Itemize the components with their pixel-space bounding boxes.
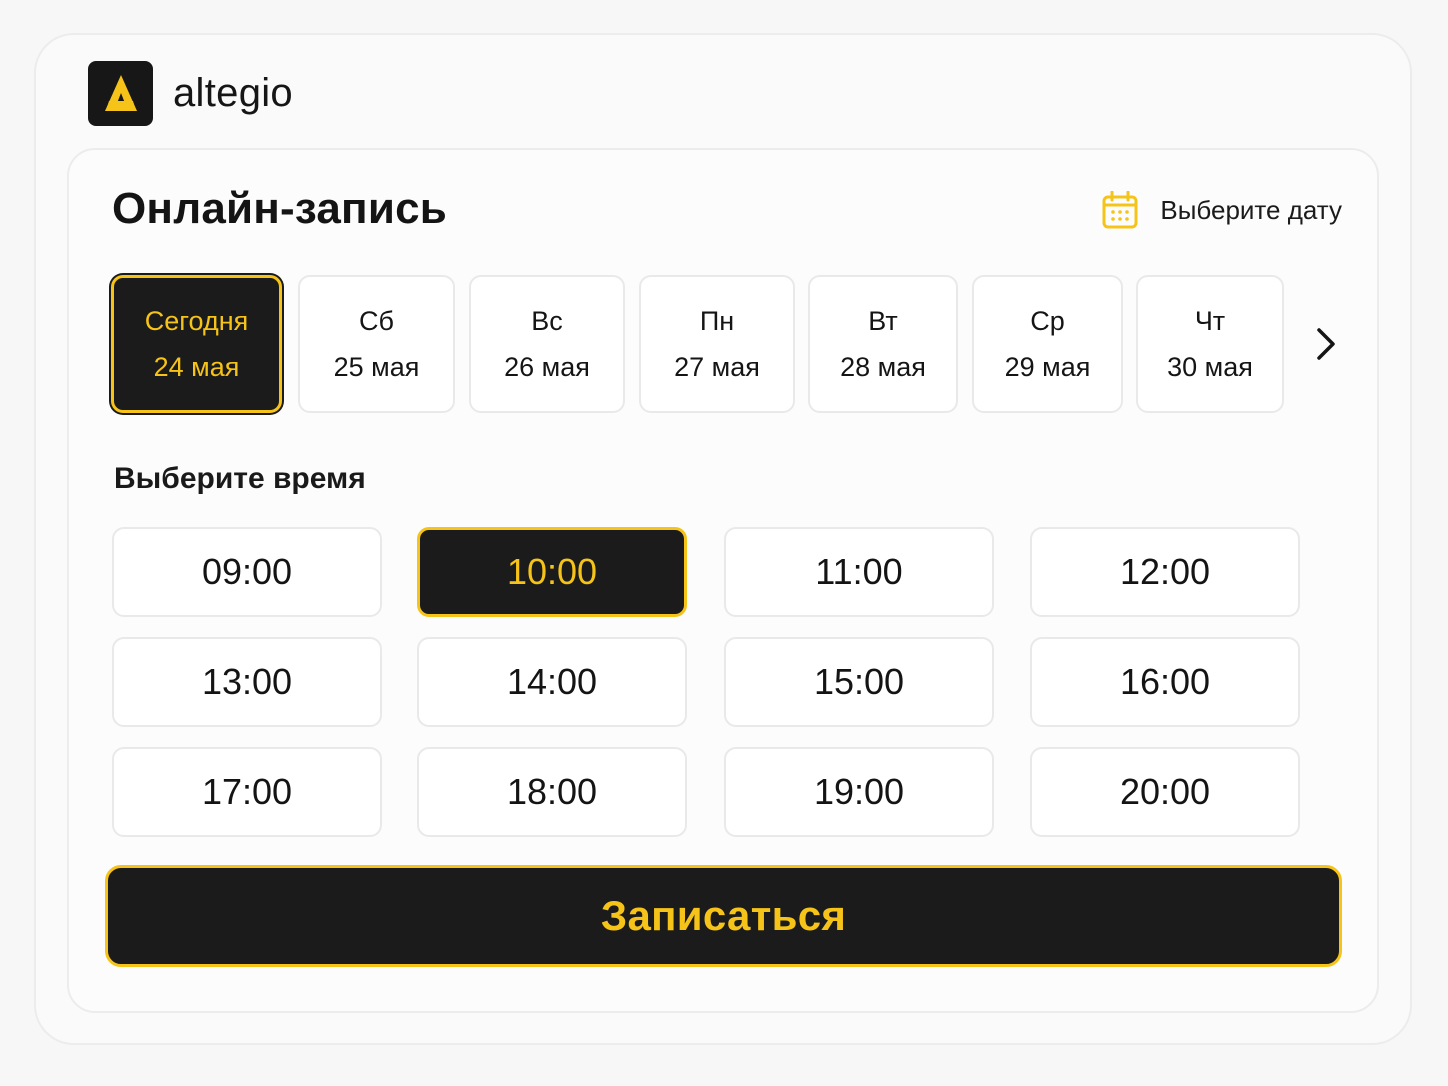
day-name: Чт [1194, 305, 1226, 336]
time-slot-1700[interactable]: 17:00 [112, 747, 382, 837]
day-date: 30 мая [1167, 351, 1253, 382]
day-name: Ср [1030, 305, 1065, 336]
day-tile-sat[interactable]: Сб 25 мая [298, 275, 455, 413]
day-date: 24 мая [153, 351, 240, 382]
brand-name: altegio [173, 70, 293, 115]
chevron-right-icon [1317, 328, 1335, 360]
book-button[interactable]: Записаться [105, 865, 1342, 967]
time-slot-1000[interactable]: 10:00 [417, 527, 687, 617]
day-date: 25 мая [333, 351, 420, 382]
day-name: Сб [359, 305, 394, 336]
time-slot-1600[interactable]: 16:00 [1030, 637, 1300, 727]
day-tile-mon[interactable]: Пн 27 мая [639, 275, 795, 413]
time-slot-1300[interactable]: 13:00 [112, 637, 382, 727]
choose-date-button[interactable]: Выберите дату [1102, 190, 1342, 230]
time-slot-0900[interactable]: 09:00 [112, 527, 382, 617]
time-slot-1500[interactable]: 15:00 [724, 637, 994, 727]
brand-header: altegio [88, 60, 293, 126]
next-days-button[interactable] [1306, 322, 1346, 366]
day-date: 28 мая [840, 351, 926, 382]
day-date: 26 мая [504, 351, 590, 382]
day-tile-thu[interactable]: Чт 30 мая [1136, 275, 1284, 413]
day-name: Сегодня [144, 305, 249, 336]
choose-date-label: Выберите дату [1160, 194, 1342, 225]
day-tile-tue[interactable]: Вт 28 мая [808, 275, 958, 413]
day-tile-wed[interactable]: Ср 29 мая [972, 275, 1123, 413]
time-slot-1400[interactable]: 14:00 [417, 637, 687, 727]
time-slot-1100[interactable]: 11:00 [724, 527, 994, 617]
time-slot-1900[interactable]: 19:00 [724, 747, 994, 837]
day-name: Вс [531, 305, 563, 336]
day-date: 29 мая [1004, 351, 1091, 382]
day-tile-today[interactable]: Сегодня 24 мая [111, 275, 282, 413]
day-name: Вт [868, 305, 898, 336]
day-name: Пн [699, 305, 735, 336]
time-section-heading: Выберите время [114, 462, 366, 495]
day-date: 27 мая [674, 351, 760, 382]
time-slot-1800[interactable]: 18:00 [417, 747, 687, 837]
time-slot-1200[interactable]: 12:00 [1030, 527, 1300, 617]
day-tile-sun[interactable]: Вс 26 мая [469, 275, 625, 413]
time-slot-2000[interactable]: 20:00 [1030, 747, 1300, 837]
altegio-logo-icon [88, 60, 153, 126]
calendar-icon [1102, 191, 1138, 229]
page-title: Онлайн-запись [112, 184, 448, 233]
